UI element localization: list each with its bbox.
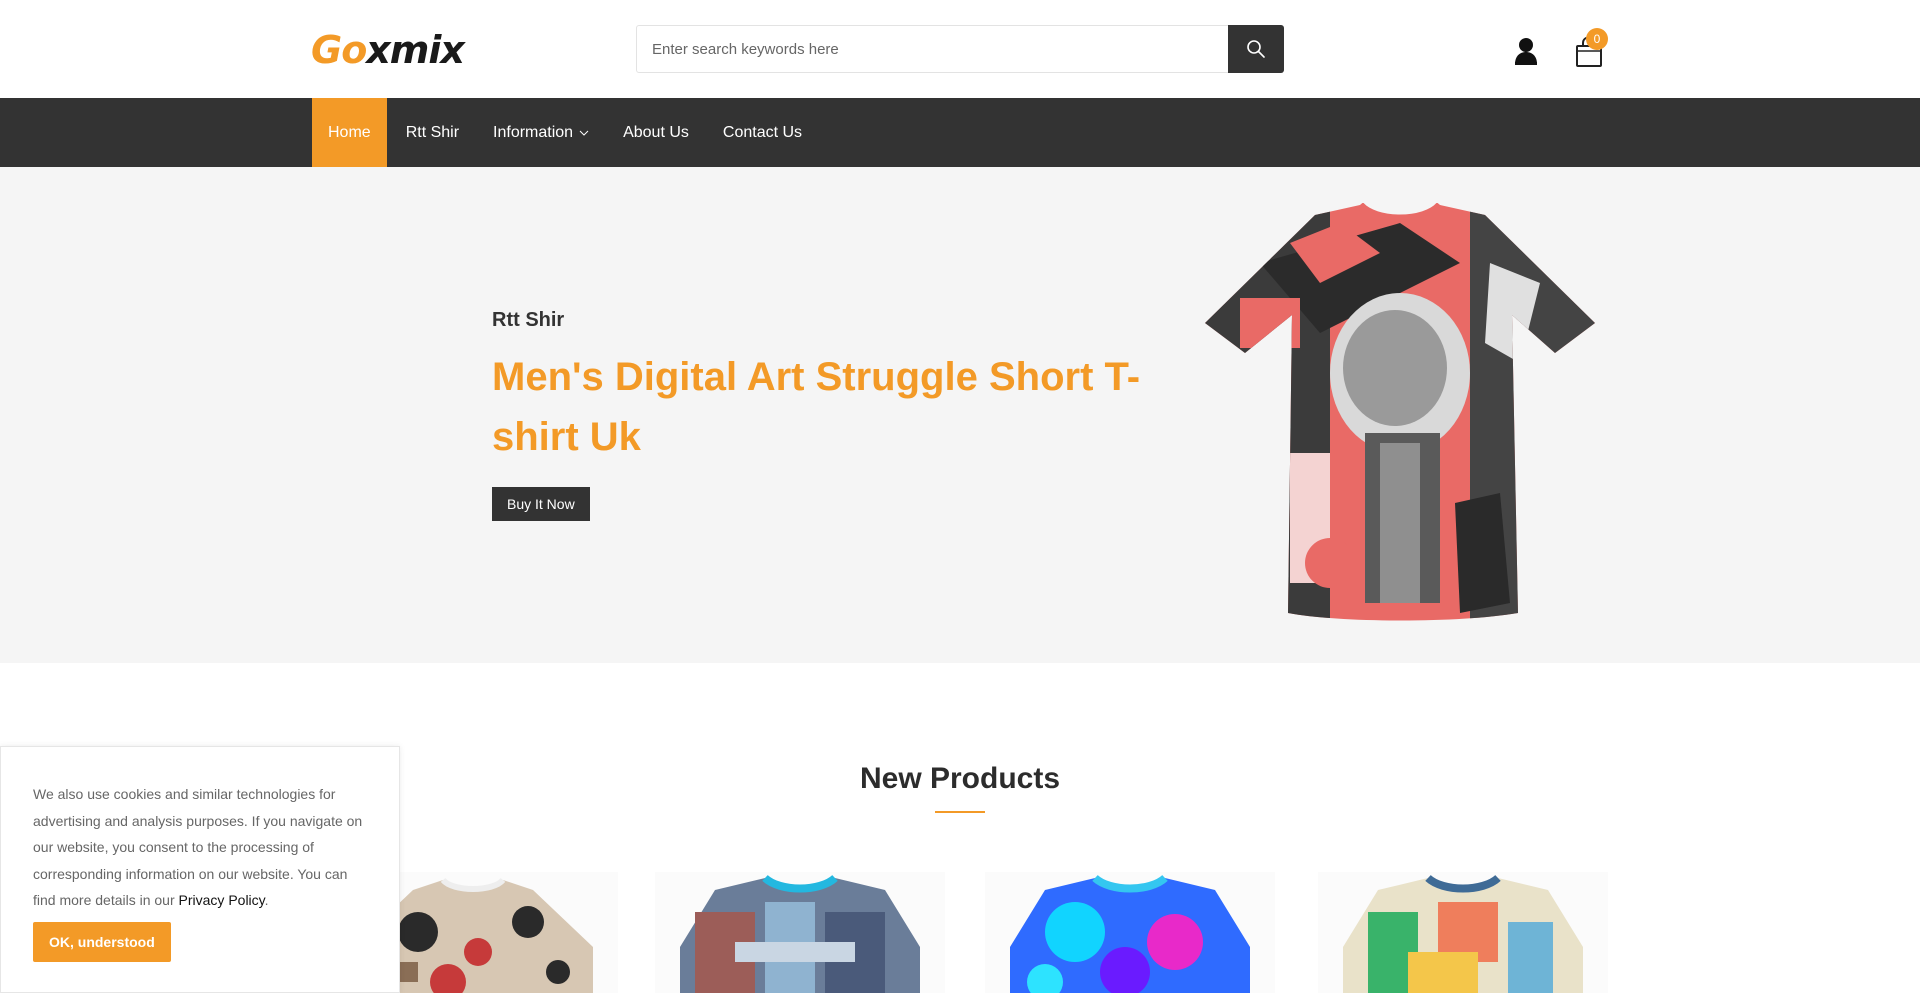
chevron-down-icon — [579, 130, 589, 136]
search-input[interactable] — [637, 26, 1228, 72]
nav-item-label: About Us — [623, 123, 689, 141]
search-icon — [1247, 40, 1265, 58]
cart-count-badge: 0 — [1586, 28, 1608, 50]
nav-item-label: Rtt Shir — [405, 123, 460, 141]
hero-tshirt-image[interactable] — [1200, 203, 1600, 623]
cookie-consent-banner: We also use cookies and similar technolo… — [0, 746, 400, 993]
nav-item-about-us[interactable]: About Us — [606, 98, 706, 167]
nav-item-information[interactable]: Information — [476, 98, 606, 167]
nav-item-home[interactable]: Home — [312, 98, 387, 167]
hero-subtitle: Rtt Shir — [492, 309, 565, 331]
product-image — [1343, 874, 1583, 993]
cookie-accept-button[interactable]: OK, understood — [33, 922, 171, 962]
site-header: Goxmix 0 — [0, 0, 1920, 98]
buy-it-now-button[interactable]: Buy It Now — [492, 487, 590, 521]
product-image — [680, 874, 920, 993]
nav-item-label: Home — [328, 123, 371, 141]
product-image — [1010, 874, 1250, 993]
cookie-text: We also use cookies and similar technolo… — [33, 786, 363, 908]
main-nav: Home Rtt Shir Information About Us Conta… — [0, 98, 1920, 167]
nav-item-rtt-shir[interactable]: Rtt Shir — [387, 98, 476, 167]
hero-banner: Rtt Shir Men's Digital Art Struggle Shor… — [0, 167, 1920, 663]
cookie-text-end: . — [264, 892, 269, 908]
logo-text-xmix: xmix — [366, 28, 465, 72]
heading-underline — [935, 811, 985, 813]
product-card[interactable] — [985, 872, 1275, 993]
hero-title[interactable]: Men's Digital Art Struggle Short T-shirt… — [492, 347, 1152, 467]
nav-item-label: Contact Us — [722, 123, 803, 141]
logo[interactable]: Goxmix — [311, 28, 465, 72]
nav-item-label: Information — [493, 123, 574, 141]
privacy-policy-link[interactable]: Privacy Policy — [179, 892, 265, 908]
product-card[interactable] — [1318, 872, 1608, 993]
product-card[interactable] — [655, 872, 945, 993]
nav-item-contact-us[interactable]: Contact Us — [706, 98, 819, 167]
user-icon[interactable] — [1512, 36, 1540, 66]
logo-text-go: Go — [311, 28, 367, 72]
cookie-message: We also use cookies and similar technolo… — [33, 781, 363, 914]
search-bar — [636, 25, 1284, 73]
search-button[interactable] — [1228, 25, 1284, 73]
